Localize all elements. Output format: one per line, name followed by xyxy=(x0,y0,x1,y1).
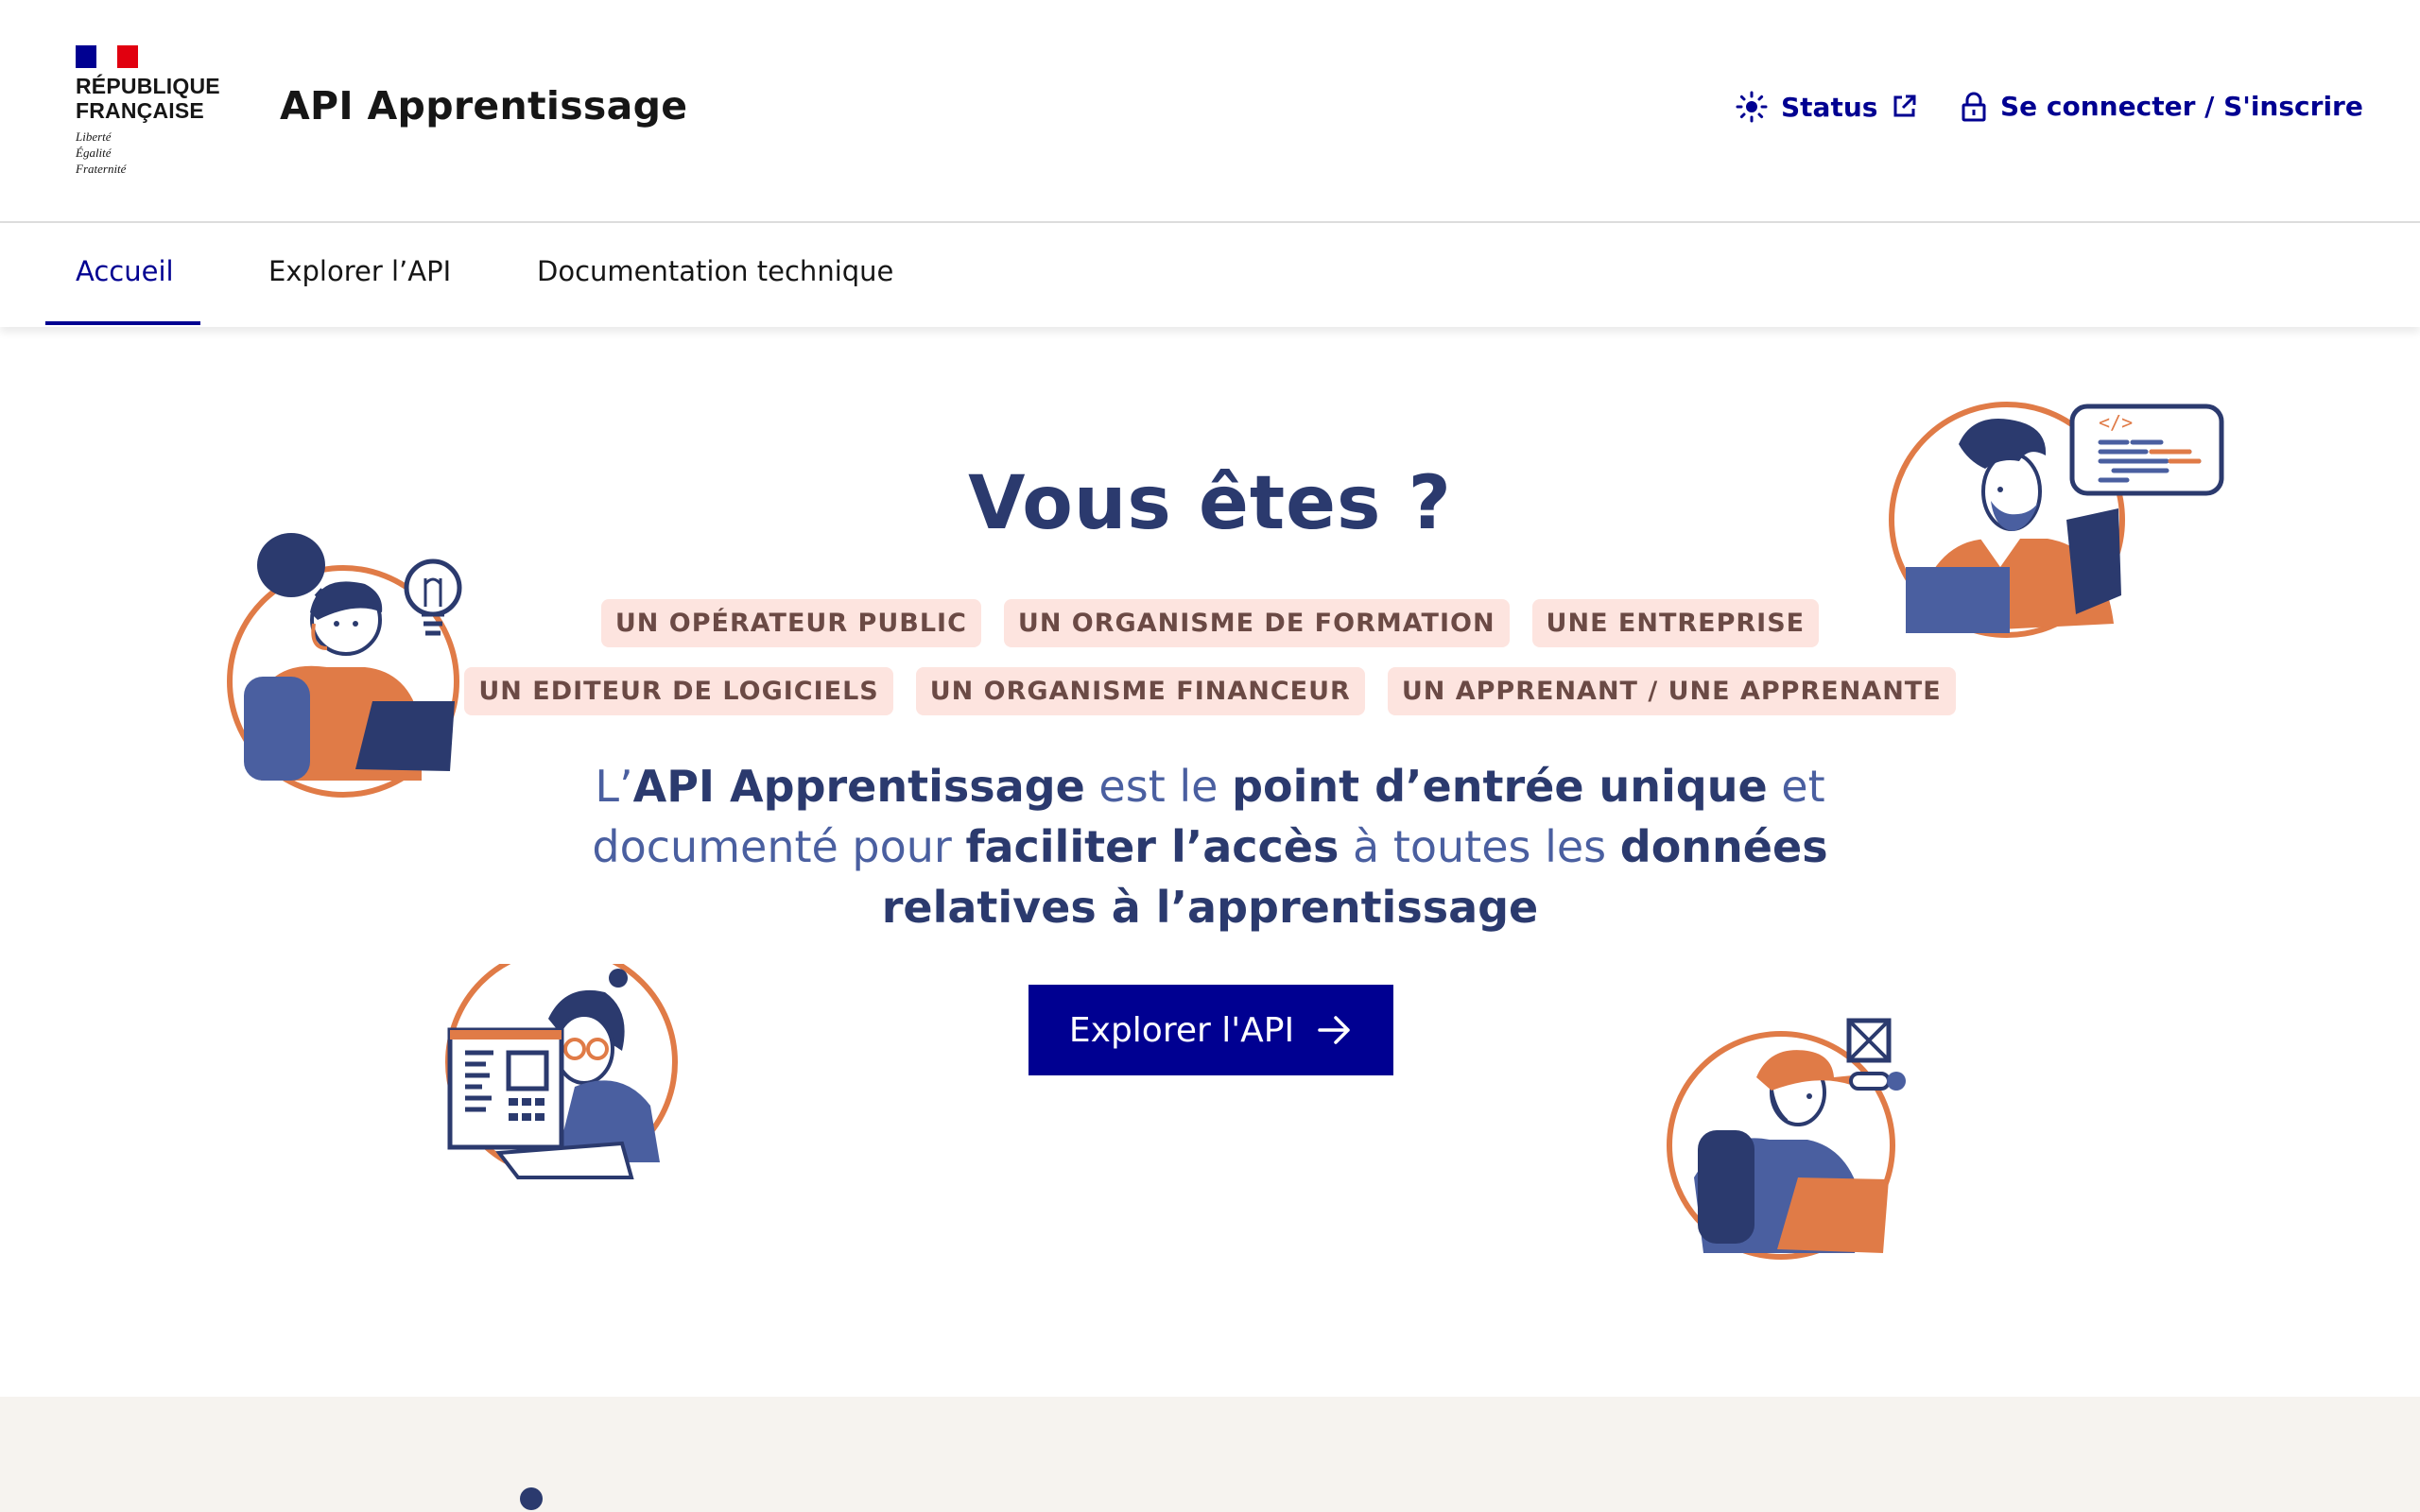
status-label: Status xyxy=(1781,91,1878,123)
main-navigation: Accueil Explorer l’API Documentation tec… xyxy=(0,223,2420,327)
intro-bold: point d’entrée unique xyxy=(1232,761,1768,812)
next-section-band xyxy=(0,1397,2420,1512)
nav-item-accueil[interactable]: Accueil xyxy=(76,255,174,287)
hero-intro: L’API Apprentissage est le point d’entré… xyxy=(586,756,1834,937)
tag-entreprise[interactable]: UNE ENTREPRISE xyxy=(1531,599,1820,647)
status-link[interactable]: Status xyxy=(1736,91,1917,123)
intro-bold: API Apprentissage xyxy=(632,761,1085,812)
nav-item-explorer-api[interactable]: Explorer l’API xyxy=(268,255,451,287)
tag-editeur-logiciels[interactable]: UN EDITEUR DE LOGICIELS xyxy=(464,667,893,715)
external-link-icon xyxy=(1893,94,1916,117)
sun-icon xyxy=(1736,91,1768,123)
intro-bold: faciliter l’accès xyxy=(965,821,1340,872)
apprentice-illustration xyxy=(1667,1018,1906,1260)
woman-screen-illustration xyxy=(445,964,678,1179)
login-link[interactable]: Se connecter / S'inscrire xyxy=(1961,91,2363,122)
logo-line1: RÉPUBLIQUE xyxy=(76,74,220,98)
tag-organisme-financeur[interactable]: UN ORGANISME FINANCEUR xyxy=(915,667,1365,715)
intro-text: est le xyxy=(1084,761,1233,812)
arrow-right-icon xyxy=(1318,1016,1350,1044)
decorative-dot xyxy=(520,1487,543,1510)
explore-api-button-label: Explorer l'API xyxy=(1068,1010,1295,1050)
site-title[interactable]: API Apprentissage xyxy=(280,83,687,129)
login-label: Se connecter / S'inscrire xyxy=(2000,91,2363,122)
svg-text:</>: </> xyxy=(2099,411,2133,434)
site-header: RÉPUBLIQUE FRANÇAISE Liberté Égalité Frater… xyxy=(0,0,2420,223)
tag-operateur-public[interactable]: UN OPÉRATEUR PUBLIC xyxy=(600,599,981,647)
logo-line2: FRANÇAISE xyxy=(76,98,204,123)
motto-egalite: Égalité xyxy=(76,146,112,160)
woman-thinking-illustration xyxy=(227,533,462,798)
developer-illustration: </> xyxy=(1889,402,2224,638)
tag-apprenant[interactable]: UN APPRENANT / UNE APPRENANTE xyxy=(1387,667,1956,715)
intro-text: L’ xyxy=(595,761,633,812)
motto-fraternite: Fraternité xyxy=(76,162,127,176)
republique-francaise-logo[interactable]: RÉPUBLIQUE FRANÇAISE Liberté Égalité Frater… xyxy=(76,45,227,178)
french-flag-icon xyxy=(76,45,138,68)
explore-api-button[interactable]: Explorer l'API xyxy=(1028,985,1393,1075)
active-nav-indicator xyxy=(45,321,200,325)
motto-liberte: Liberté xyxy=(76,129,112,144)
nav-item-documentation[interactable]: Documentation technique xyxy=(537,255,893,287)
intro-text: à toutes les xyxy=(1339,821,1620,872)
lock-icon xyxy=(1962,92,1986,121)
tag-organisme-formation[interactable]: UN ORGANISME DE FORMATION xyxy=(1003,599,1510,647)
